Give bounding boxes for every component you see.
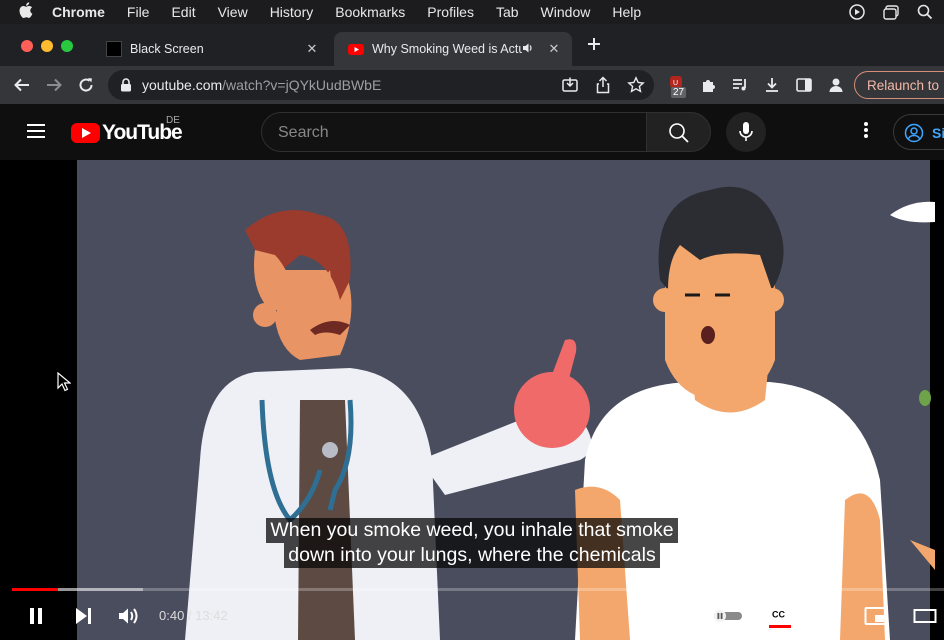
settings-more-icon[interactable]	[856, 122, 876, 142]
extensions-puzzle-icon[interactable]	[697, 73, 721, 97]
black-screen-favicon	[106, 41, 122, 57]
seek-bar[interactable]	[12, 588, 944, 591]
caption-line-2: down into your lungs, where the chemical…	[284, 543, 660, 568]
youtube-logo[interactable]: YouTube DE	[71, 115, 183, 145]
window-zoom-button[interactable]	[61, 40, 73, 52]
tab-close-icon[interactable]: ✕	[544, 41, 564, 57]
seek-bar-played	[12, 588, 58, 591]
reload-icon[interactable]	[74, 73, 98, 97]
caption-overlay: When you smoke weed, you inhale that smo…	[0, 518, 944, 568]
caption-line-1: When you smoke weed, you inhale that smo…	[266, 518, 678, 543]
share-icon[interactable]	[595, 76, 611, 99]
extension-badge-icon[interactable]: U 27	[666, 73, 690, 98]
autoplay-toggle[interactable]	[712, 604, 744, 628]
tab-title: Why Smoking Weed is Actu	[372, 42, 522, 56]
subtitles-cc-button[interactable]: CC	[767, 604, 793, 628]
mouse-cursor-icon	[57, 371, 72, 397]
spotlight-search-icon[interactable]	[916, 3, 934, 21]
tab-close-icon[interactable]: ✕	[302, 41, 322, 57]
menu-view[interactable]: View	[218, 4, 248, 20]
video-player[interactable]: When you smoke weed, you inhale that smo…	[0, 160, 944, 640]
search-button[interactable]	[647, 112, 711, 152]
menu-history[interactable]: History	[270, 4, 314, 20]
window-close-button[interactable]	[21, 40, 33, 52]
svg-text:CC: CC	[772, 609, 785, 619]
media-controls-icon[interactable]	[728, 73, 752, 97]
new-tab-button[interactable]	[584, 36, 604, 56]
speaker-audio-icon[interactable]	[522, 42, 540, 57]
youtube-masthead: YouTube DE Search Si	[0, 104, 944, 160]
volume-button[interactable]	[117, 604, 141, 628]
country-code: DE	[166, 115, 180, 126]
menu-edit[interactable]: Edit	[171, 4, 195, 20]
address-bar[interactable]: youtube.com/watch?v=jQYkUudBWbE	[108, 70, 654, 100]
forward-arrow-icon[interactable]	[42, 73, 66, 97]
menu-help[interactable]: Help	[612, 4, 641, 20]
tab-title: Black Screen	[130, 42, 204, 56]
window-switcher-icon[interactable]	[882, 3, 900, 21]
side-panel-icon[interactable]	[792, 73, 816, 97]
youtube-favicon	[348, 41, 364, 57]
lock-icon[interactable]	[120, 78, 132, 97]
macos-menu-bar: Chrome File Edit View History Bookmarks …	[0, 0, 944, 24]
sign-in-button[interactable]: Si	[893, 114, 944, 150]
extension-badge-count: 27	[671, 87, 687, 98]
subtitles-active-indicator	[769, 624, 791, 628]
settings-gear-icon[interactable]	[816, 604, 840, 628]
sign-in-label: Si	[932, 125, 944, 141]
url-text[interactable]: youtube.com/watch?v=jQYkUudBWbE	[142, 77, 381, 93]
search-placeholder: Search	[278, 124, 329, 141]
youtube-play-logo-icon	[71, 123, 100, 143]
pause-button[interactable]	[24, 604, 48, 628]
menu-app-name[interactable]: Chrome	[52, 4, 105, 20]
menu-profiles[interactable]: Profiles	[427, 4, 474, 20]
tab-youtube-video[interactable]: Why Smoking Weed is Actu ✕	[334, 32, 572, 66]
video-frame	[0, 160, 944, 640]
time-display: 0:40 / 13:42	[159, 608, 228, 623]
theater-mode-button[interactable]	[912, 604, 938, 628]
guide-menu-icon[interactable]	[27, 124, 45, 138]
menu-bookmarks[interactable]: Bookmarks	[335, 4, 405, 20]
screen-recording-icon[interactable]	[848, 3, 866, 21]
url-host: youtube.com	[142, 77, 223, 93]
browser-tab-strip: Black Screen ✕ Why Smoking Weed is Actu …	[0, 24, 944, 66]
window-minimize-button[interactable]	[41, 40, 53, 52]
apple-menu-icon[interactable]	[0, 2, 52, 22]
voice-search-button[interactable]	[726, 112, 766, 152]
next-video-button[interactable]	[71, 604, 95, 628]
search-input[interactable]: Search	[261, 112, 647, 152]
url-path: /watch?v=jQYkUudBWbE	[222, 77, 382, 93]
back-arrow-icon[interactable]	[10, 73, 34, 97]
bookmark-star-icon[interactable]	[627, 76, 645, 99]
menu-file[interactable]: File	[127, 4, 150, 20]
profile-avatar-icon[interactable]	[824, 73, 848, 97]
downloads-icon[interactable]	[760, 73, 784, 97]
browser-toolbar: youtube.com/watch?v=jQYkUudBWbE U 27 Rel…	[0, 66, 944, 104]
miniplayer-button[interactable]	[864, 604, 888, 628]
install-app-icon[interactable]	[561, 76, 579, 99]
relaunch-button[interactable]: Relaunch to	[854, 71, 944, 99]
menu-tab[interactable]: Tab	[496, 4, 519, 20]
menu-window[interactable]: Window	[541, 4, 591, 20]
tab-black-screen[interactable]: Black Screen ✕	[92, 32, 330, 66]
svg-text:U: U	[673, 80, 678, 87]
